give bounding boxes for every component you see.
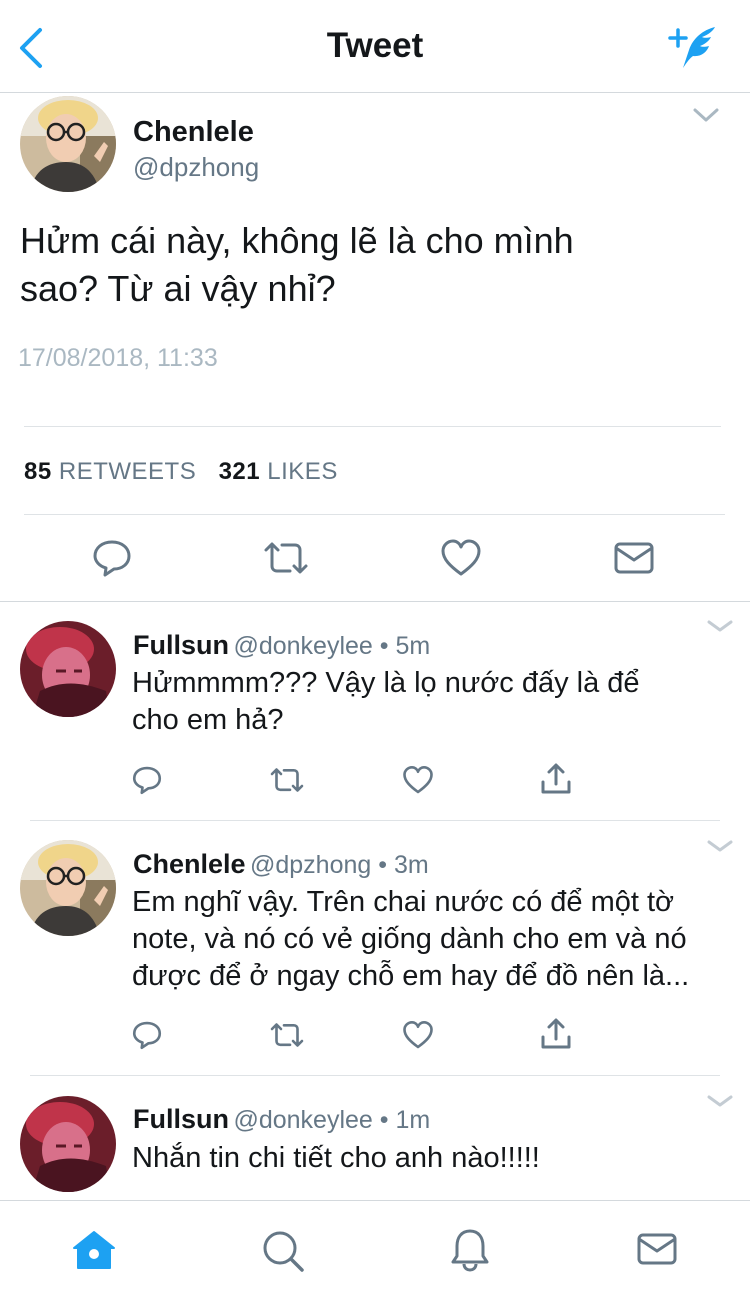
divider — [24, 426, 721, 427]
reply-header: Fullsun @donkeylee • 1m — [133, 1104, 430, 1135]
share-icon[interactable] — [539, 762, 573, 796]
chevron-down-icon[interactable] — [706, 618, 734, 636]
divider — [24, 514, 725, 515]
handle[interactable]: @dpzhong — [133, 152, 259, 183]
search-icon[interactable] — [261, 1229, 305, 1273]
share-icon[interactable] — [539, 1017, 573, 1051]
display-name[interactable]: Chenlele — [133, 849, 246, 879]
divider — [0, 601, 750, 602]
retweet-icon[interactable] — [269, 766, 305, 794]
avatar[interactable] — [20, 1096, 116, 1192]
reply-text-line: cho em hả? — [132, 704, 284, 736]
avatar[interactable] — [20, 96, 116, 192]
like-icon[interactable] — [440, 538, 482, 578]
display-name[interactable]: Fullsun — [133, 1104, 229, 1134]
handle-and-time[interactable]: @donkeylee • 5m — [233, 632, 430, 660]
avatar[interactable] — [20, 840, 116, 936]
tweet-text-line: Hửm cái này, không lẽ là cho mình — [20, 220, 574, 261]
notifications-icon[interactable] — [449, 1227, 491, 1273]
tweet-timestamp: 17/08/2018, 11:33 — [18, 344, 218, 372]
handle-and-time[interactable]: @dpzhong • 3m — [250, 851, 429, 879]
retweets-count[interactable]: 85 — [24, 458, 52, 485]
top-nav-bar: Tweet — [0, 0, 750, 93]
retweet-icon[interactable] — [262, 540, 310, 576]
bottom-tab-bar — [0, 1200, 750, 1299]
avatar[interactable] — [20, 621, 116, 717]
reply-icon[interactable] — [91, 538, 133, 578]
reply-text: Em nghĩ vậy. Trên chai nước có để một tờ… — [132, 884, 744, 995]
reply-header: Fullsun @donkeylee • 5m — [133, 630, 430, 661]
chevron-down-icon[interactable] — [706, 838, 734, 856]
compose-tweet-icon[interactable] — [667, 24, 721, 70]
retweet-icon[interactable] — [269, 1021, 305, 1049]
handle-and-time[interactable]: @donkeylee • 1m — [233, 1106, 430, 1134]
reply-text-line: Em nghĩ vậy. Trên chai nước có để một tờ — [132, 886, 675, 918]
likes-count[interactable]: 321 — [219, 458, 261, 485]
chevron-down-icon[interactable] — [706, 1093, 734, 1111]
reply-text: Nhắn tin chi tiết cho anh nào!!!!! — [132, 1140, 732, 1177]
like-icon[interactable] — [402, 765, 434, 795]
tweet-stats: 85 RETWEETS 321 LIKES — [24, 458, 338, 486]
messages-icon[interactable] — [636, 1231, 678, 1267]
page-title: Tweet — [326, 26, 424, 65]
chevron-down-icon[interactable] — [692, 106, 720, 124]
reply-icon[interactable] — [131, 1020, 163, 1050]
reply-header: Chenlele @dpzhong • 3m — [133, 849, 429, 880]
display-name[interactable]: Chenlele — [133, 116, 254, 149]
reply-text: Hửmmmm??? Vậy là lọ nước đấy là để cho e… — [132, 665, 732, 739]
display-name[interactable]: Fullsun — [133, 630, 229, 660]
divider — [30, 820, 720, 821]
reply-icon[interactable] — [131, 765, 163, 795]
retweets-label[interactable]: RETWEETS — [59, 458, 196, 485]
likes-label[interactable]: LIKES — [267, 458, 338, 485]
reply-text-line: được để ở ngay chỗ em hay để đồ nên là..… — [132, 960, 690, 992]
home-icon[interactable] — [71, 1229, 117, 1271]
like-icon[interactable] — [402, 1020, 434, 1050]
reply-text-line: note, và nó có vẻ giống dành cho em và n… — [132, 923, 687, 955]
reply-text-line: Hửmmmm??? Vậy là lọ nước đấy là để — [132, 667, 640, 699]
tweet-text: Hửm cái này, không lẽ là cho mình sao? T… — [20, 217, 740, 313]
reply-text-line: Nhắn tin chi tiết cho anh nào!!!!! — [132, 1142, 540, 1174]
message-icon[interactable] — [613, 540, 655, 576]
tweet-text-line: sao? Từ ai vậy nhỉ? — [20, 268, 336, 309]
divider — [30, 1075, 720, 1076]
